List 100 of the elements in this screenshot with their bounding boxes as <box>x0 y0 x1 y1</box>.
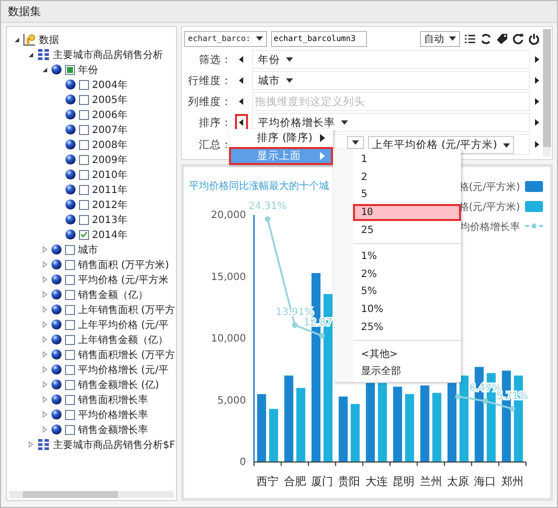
tree-item[interactable]: 2011年 <box>92 182 128 196</box>
horizontal-scrollbar[interactable] <box>9 491 174 498</box>
menu-item[interactable]: <其他> <box>353 344 461 363</box>
menu-item[interactable]: 2% <box>353 266 461 284</box>
collapse-arrow-icon[interactable] <box>41 396 48 403</box>
vertical-scrollbar[interactable] <box>543 29 551 157</box>
collapse-arrow-icon[interactable] <box>41 276 48 283</box>
tree-item[interactable]: 销售面积 (万平方米) <box>78 258 169 272</box>
expand-arrow-icon[interactable] <box>13 36 20 43</box>
menu-item[interactable]: 显示全部 <box>353 362 461 380</box>
name-field[interactable]: echart_barcolumn3 <box>270 30 367 46</box>
checkbox[interactable] <box>79 94 89 104</box>
refresh-icon[interactable] <box>480 32 492 44</box>
checkbox[interactable] <box>79 124 89 134</box>
checkbox[interactable] <box>79 200 89 210</box>
menu-item[interactable]: 25% <box>353 318 461 336</box>
collapse-arrow-icon[interactable] <box>41 351 48 358</box>
drop-zone[interactable]: 城市 <box>252 71 530 90</box>
checkbox[interactable] <box>65 364 75 374</box>
menu-item[interactable]: 2 <box>353 168 461 186</box>
tree-item[interactable]: 2005年 <box>92 92 128 106</box>
checkbox[interactable] <box>65 380 75 390</box>
menu-item[interactable]: 25 <box>353 221 461 239</box>
checkbox[interactable] <box>65 304 75 314</box>
tree-item[interactable]: 销售金额增长率 <box>78 422 148 436</box>
drop-zone[interactable]: 年份 <box>252 50 530 69</box>
tree-item[interactable]: 主要城市商品房销售分析$F <box>53 438 176 452</box>
tree-item[interactable]: 上年销售金额（亿） <box>78 332 168 346</box>
menu-item[interactable]: 5% <box>353 283 461 301</box>
tree-item[interactable]: 2007年 <box>92 122 128 136</box>
expand-arrow-icon[interactable] <box>27 51 34 58</box>
expand-arrow-icon[interactable] <box>41 66 48 73</box>
right-arrow-icon[interactable] <box>535 56 540 63</box>
tree-item[interactable]: 上年平均价格 (元/平 <box>78 318 168 332</box>
checkbox[interactable] <box>65 320 75 330</box>
checkbox[interactable] <box>79 80 89 90</box>
checkbox[interactable] <box>65 394 75 404</box>
right-arrow-icon[interactable] <box>535 77 540 84</box>
checkbox[interactable] <box>65 274 75 284</box>
tree-item[interactable]: 上年销售面积 (万平方 <box>78 302 176 316</box>
tree-item[interactable]: 年份 <box>78 62 98 76</box>
checkbox[interactable] <box>79 230 89 240</box>
collapse-arrow-icon[interactable] <box>41 246 48 253</box>
checkbox[interactable] <box>65 410 75 420</box>
power-icon[interactable] <box>528 32 540 44</box>
tree-item[interactable]: 2009年 <box>92 152 128 166</box>
tree-item[interactable]: 平均价格 (元/平方米 <box>78 272 168 286</box>
checkbox[interactable] <box>79 184 89 194</box>
tree-item[interactable]: 平均价格增长 (元/平 <box>78 362 168 376</box>
menu-item[interactable]: 10% <box>353 300 461 318</box>
tree-item[interactable]: 2012年 <box>92 198 128 212</box>
menu-item[interactable]: 1% <box>353 248 461 266</box>
menu-item[interactable]: 5 <box>353 186 461 204</box>
tree-item[interactable]: 2013年 <box>92 212 128 226</box>
tree-item[interactable]: 2006年 <box>92 108 128 122</box>
checkbox[interactable] <box>65 290 75 300</box>
collapse-arrow-icon[interactable] <box>41 306 48 313</box>
dataset-dropdown[interactable]: echart_barco: <box>184 30 267 46</box>
checkbox[interactable] <box>65 64 75 74</box>
mode-dropdown[interactable]: 自动 <box>420 30 460 46</box>
checkbox[interactable] <box>79 170 89 180</box>
checkbox[interactable] <box>79 110 89 120</box>
collapse-arrow-icon[interactable] <box>41 366 48 373</box>
checkbox[interactable] <box>65 260 75 270</box>
tree-item[interactable]: 2010年 <box>92 168 128 182</box>
collapse-arrow-icon[interactable] <box>41 336 48 343</box>
tag-icon[interactable] <box>496 32 508 44</box>
dimension-dropdown[interactable]: 年份 <box>255 52 296 68</box>
collapse-arrow-icon[interactable] <box>41 291 48 298</box>
right-arrow-icon[interactable] <box>535 141 540 148</box>
dimension-dropdown[interactable]: 城市 <box>255 72 296 88</box>
list-icon[interactable] <box>464 32 476 44</box>
dimension-dropdown[interactable]: 平均价格增长率 <box>255 114 351 130</box>
collapse-arrow-icon[interactable] <box>41 321 48 328</box>
tree-item[interactable]: 城市 <box>78 242 98 256</box>
checkbox[interactable] <box>65 350 75 360</box>
checkbox[interactable] <box>65 244 75 254</box>
tree-item[interactable]: 销售面积增长率 <box>78 392 148 406</box>
right-arrow-icon[interactable] <box>535 98 540 105</box>
collapse-arrow-icon[interactable] <box>41 381 48 388</box>
dimension-dropdown[interactable] <box>347 136 364 149</box>
checkbox[interactable] <box>79 140 89 150</box>
tree-item[interactable]: 2008年 <box>92 138 128 152</box>
collapse-arrow-icon[interactable] <box>41 426 48 433</box>
checkbox[interactable] <box>65 424 75 434</box>
tree-item[interactable]: 2014年 <box>92 228 128 242</box>
tree-item[interactable]: 主要城市商品房销售分析 <box>53 48 163 62</box>
reload-icon[interactable] <box>512 32 524 44</box>
menu-item[interactable]: 10 <box>353 204 461 222</box>
tree-item[interactable]: 平均价格增长率 <box>78 408 148 422</box>
checkbox[interactable] <box>79 214 89 224</box>
tree-item[interactable]: 销售面积增长 (万平方 <box>78 348 176 362</box>
tree-item[interactable]: 数据 <box>39 32 59 46</box>
tree-item[interactable]: 销售金额（亿） <box>78 288 148 302</box>
checkbox[interactable] <box>65 334 75 344</box>
tree-item[interactable]: 2004年 <box>92 78 128 92</box>
collapse-arrow-icon[interactable] <box>41 411 48 418</box>
collapse-arrow-icon[interactable] <box>41 261 48 268</box>
checkbox[interactable] <box>79 154 89 164</box>
right-arrow-icon[interactable] <box>535 119 540 126</box>
